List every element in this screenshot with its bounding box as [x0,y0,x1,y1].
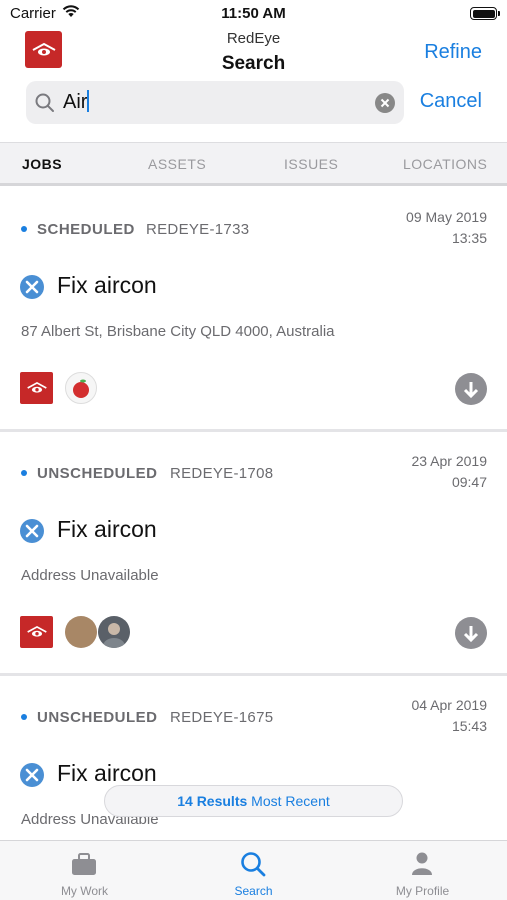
tab-search-label: Search [234,884,273,898]
refine-button[interactable]: Refine [424,41,482,64]
job-status: SCHEDULED [37,221,135,238]
battery-icon [470,7,500,20]
tools-icon [20,763,44,787]
job-id: REDEYE-1733 [146,221,250,238]
arrow-down-icon [463,626,479,643]
apple-icon [73,379,89,398]
person-photo-icon [103,623,125,648]
search-icon [35,93,54,112]
avatar [98,616,130,648]
avatar [65,616,97,648]
tab-my-profile[interactable]: My Profile [338,841,507,900]
tab-search[interactable]: Search [169,841,338,900]
company-logo [20,616,53,648]
clear-search-button[interactable] [375,93,395,113]
status-dot [21,714,27,720]
text-cursor [87,90,90,112]
eye-logo-icon [26,381,47,393]
search-icon [241,852,266,877]
search-query: Air [63,91,88,113]
job-status: UNSCHEDULED [37,465,158,482]
close-icon [380,98,390,108]
job-card[interactable]: SCHEDULED REDEYE-1733 09 May 2019 13:35 … [0,188,507,430]
job-time: 15:43 [451,718,487,734]
job-date: 23 Apr 2019 [411,453,487,469]
tab-issues[interactable]: ISSUES [284,156,338,172]
tab-assets[interactable]: ASSETS [148,156,206,172]
results-summary[interactable]: 14 Results Most Recent [104,785,403,817]
person-icon [412,852,432,875]
job-title: Fix aircon [57,760,157,786]
job-address: 87 Albert St, Brisbane City QLD 4000, Au… [21,323,335,340]
tab-bar: My Work Search My Profile [0,840,507,900]
tab-my-work-label: My Work [60,884,109,898]
tab-my-profile-label: My Profile [395,884,450,898]
job-address: Address Unavailable [21,567,159,584]
job-time: 13:35 [451,230,487,246]
tab-locations[interactable]: LOCATIONS [403,156,487,172]
download-button[interactable] [455,617,487,649]
status-dot [21,470,27,476]
results-sort: Most Recent [251,793,330,809]
tools-icon [20,519,44,543]
download-button[interactable] [455,373,487,405]
job-time: 09:47 [451,474,487,490]
company-logo [20,372,53,404]
job-date: 04 Apr 2019 [411,697,487,713]
job-id: REDEYE-1708 [170,465,274,482]
job-title: Fix aircon [57,272,157,298]
job-status: UNSCHEDULED [37,709,158,726]
eye-logo-icon [26,625,47,637]
job-date: 09 May 2019 [406,209,487,225]
briefcase-icon [72,853,96,875]
status-dot [21,226,27,232]
tab-jobs[interactable]: JOBS [22,156,62,172]
job-id: REDEYE-1675 [170,709,274,726]
search-input[interactable]: Air [26,81,404,124]
clock: 11:50 AM [221,5,286,22]
tab-my-work[interactable]: My Work [0,841,169,900]
results-count: 14 Results [177,793,248,809]
tools-icon [20,275,44,299]
status-bar: Carrier 11:50 AM [0,0,507,28]
cancel-button[interactable]: Cancel [420,90,482,113]
job-title: Fix aircon [57,516,157,542]
job-card[interactable]: UNSCHEDULED REDEYE-1708 23 Apr 2019 09:4… [0,432,507,674]
arrow-down-icon [463,382,479,399]
segment-tabs: JOBS ASSETS ISSUES LOCATIONS [0,142,507,186]
avatar [65,372,97,404]
